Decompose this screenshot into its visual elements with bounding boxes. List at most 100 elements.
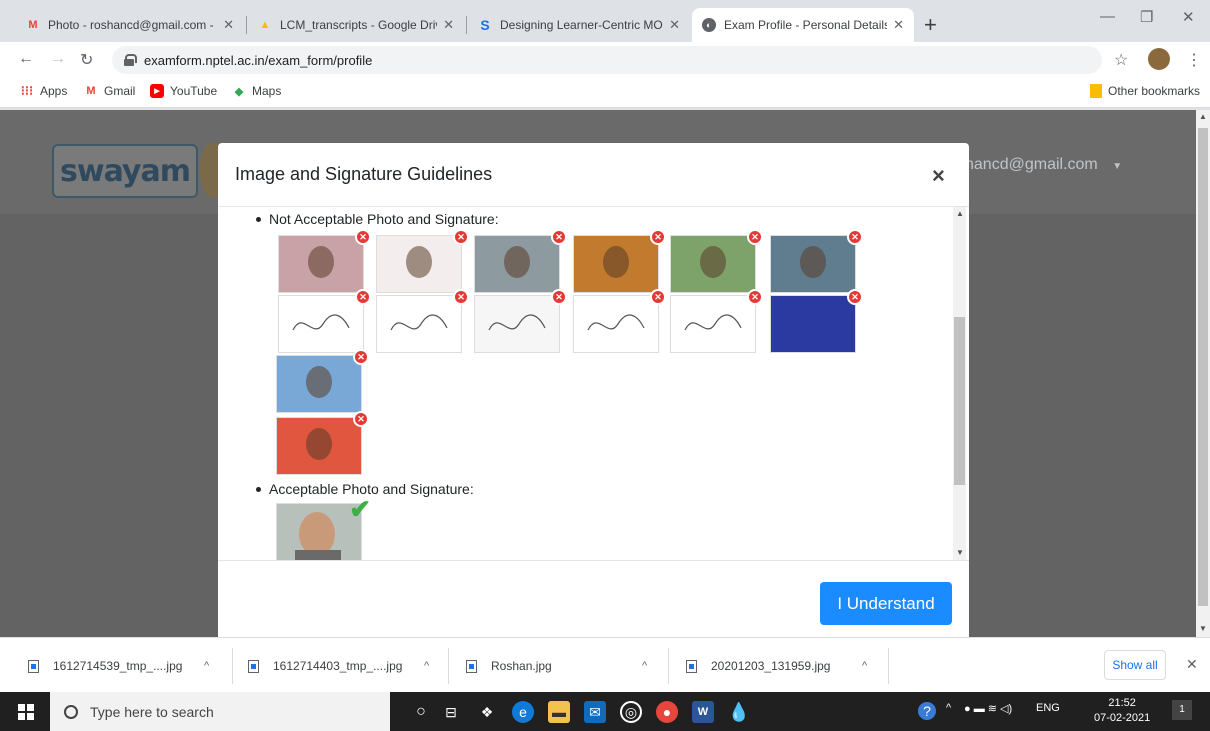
photo-example: ✕ (670, 229, 763, 293)
close-tab-icon[interactable]: ✕ (443, 17, 454, 33)
bookmark-gmail[interactable]: M Gmail (84, 84, 135, 98)
clock[interactable]: 21:52 07-02-2021 (1094, 696, 1150, 726)
logo-text: swayam (60, 153, 191, 189)
scroll-thumb[interactable] (1198, 128, 1208, 606)
chrome-icon[interactable]: ● (656, 701, 678, 723)
signature-example: ✕ (474, 289, 567, 353)
tab-google-drive[interactable]: ▲ LCM_transcripts - Google Drive ✕ (248, 8, 464, 42)
chevron-up-icon[interactable]: ^ (862, 660, 867, 672)
youtube-icon: ▶ (150, 84, 164, 98)
close-tab-icon[interactable]: ✕ (669, 17, 680, 33)
chevron-up-icon[interactable]: ^ (642, 660, 647, 672)
chevron-up-icon[interactable]: ^ (946, 702, 951, 714)
tab-title: Exam Profile - Personal Details (724, 18, 888, 32)
user-email-menu[interactable]: hancd@gmail.com ▼ (965, 156, 1122, 174)
thumbprint-example: ✕ (770, 289, 863, 353)
tab-gmail-photo[interactable]: M Photo - roshancd@gmail.com - ( ✕ (16, 8, 244, 42)
back-icon[interactable]: ← (18, 50, 34, 68)
download-divider (232, 648, 233, 684)
new-tab-icon[interactable]: + (924, 12, 937, 38)
download-item[interactable]: 1612714403_tmp_....jpg ^ (248, 652, 429, 680)
download-divider (448, 648, 449, 684)
close-icon[interactable]: ✕ (1186, 656, 1198, 673)
restore-icon[interactable]: ❐ (1140, 8, 1153, 26)
system-tray-icons[interactable]: ● ▬ ≋ ◁) (964, 702, 1012, 715)
scroll-thumb[interactable] (954, 317, 965, 485)
minimize-icon[interactable]: — (1100, 8, 1115, 25)
show-all-button[interactable]: Show all (1104, 650, 1166, 680)
modal-scrollbar[interactable]: ▲ ▼ (953, 207, 966, 560)
reject-icon: ✕ (747, 289, 763, 305)
edge-icon[interactable]: e (512, 701, 534, 723)
close-tab-icon[interactable]: ✕ (223, 17, 234, 33)
notification-icon[interactable]: 1 (1172, 700, 1192, 720)
help-icon[interactable]: ? (918, 702, 936, 720)
chevron-up-icon[interactable]: ^ (204, 660, 209, 672)
modal-footer: I Understand (218, 561, 969, 637)
reload-icon[interactable]: ↻ (80, 50, 93, 70)
reject-icon: ✕ (650, 229, 666, 245)
language-indicator[interactable]: ENG (1036, 702, 1060, 714)
address-bar[interactable]: examform.nptel.ac.in/exam_form/profile (112, 46, 1102, 74)
tab-exam-profile[interactable]: ◐ Exam Profile - Personal Details ✕ (692, 8, 914, 42)
other-bookmarks-label: Other bookmarks (1108, 84, 1201, 98)
bookmark-maps[interactable]: ◆ Maps (232, 84, 282, 98)
i-understand-button[interactable]: I Understand (820, 582, 952, 625)
reject-icon: ✕ (453, 289, 469, 305)
download-item[interactable]: 20201203_131959.jpg ^ (686, 652, 867, 680)
paint-drop-icon[interactable]: 💧 (728, 701, 750, 723)
forward-icon[interactable]: → (50, 50, 66, 68)
scroll-up-icon[interactable]: ▲ (956, 209, 964, 218)
download-item[interactable]: 1612714539_tmp_....jpg ^ (28, 652, 209, 680)
gmail-icon: M (28, 19, 38, 31)
task-view-icon[interactable]: ⊟ (440, 701, 462, 723)
star-icon[interactable]: ☆ (1114, 50, 1128, 70)
caret-down-icon: ▼ (1112, 161, 1123, 172)
reject-icon: ✕ (551, 289, 567, 305)
close-icon[interactable]: × (932, 163, 945, 189)
scroll-up-icon[interactable]: ▲ (1199, 112, 1207, 121)
word-icon[interactable]: W (692, 701, 714, 723)
chevron-up-icon[interactable]: ^ (424, 660, 429, 672)
folder-icon (1090, 84, 1102, 98)
profile-avatar[interactable] (1148, 48, 1170, 70)
tab-title: Photo - roshancd@gmail.com - ( (48, 18, 218, 32)
tab-divider (466, 16, 467, 34)
bookmark-apps[interactable]: ⁝⁝⁝ Apps (20, 83, 68, 98)
photo-example: ✕ (573, 229, 666, 293)
other-bookmarks[interactable]: Other bookmarks (1090, 84, 1200, 98)
reject-icon: ✕ (551, 229, 567, 245)
tab-designing-mooc[interactable]: S Designing Learner-Centric MOO( ✕ (468, 8, 690, 42)
modal-body: Not Acceptable Photo and Signature: ✕ ✕ ✕ ✕… (218, 207, 969, 561)
clock-time: 21:52 (1108, 697, 1136, 709)
scroll-down-icon[interactable]: ▼ (1199, 624, 1207, 633)
bullet-icon (256, 216, 261, 222)
reject-icon: ✕ (353, 411, 369, 427)
scroll-down-icon[interactable]: ▼ (956, 548, 964, 557)
download-divider (888, 648, 889, 684)
tab-title: Designing Learner-Centric MOO( (500, 18, 664, 32)
address-text: examform.nptel.ac.in/exam_form/profile (144, 52, 373, 68)
gmail-icon: M (86, 85, 96, 97)
app-circle-icon[interactable]: ◎ (620, 701, 642, 723)
windows-start-icon[interactable] (18, 704, 34, 720)
cortana-icon[interactable]: ○ (410, 701, 432, 723)
windows-taskbar: Type here to search ○ ⊟ ❖ e ▬ ✉ ◎ ● W 💧 … (0, 692, 1210, 731)
download-item[interactable]: Roshan.jpg ^ (466, 652, 647, 680)
photo-example: ✕ (276, 411, 369, 475)
reject-icon: ✕ (747, 229, 763, 245)
tab-strip: M Photo - roshancd@gmail.com - ( ✕ ▲ LCM… (0, 0, 1210, 42)
window-close-icon[interactable]: ✕ (1182, 8, 1195, 26)
file-explorer-icon[interactable]: ▬ (548, 701, 570, 723)
close-tab-icon[interactable]: ✕ (893, 17, 904, 33)
reject-icon: ✕ (355, 289, 371, 305)
modal-header: Image and Signature Guidelines × (218, 143, 969, 207)
bookmark-youtube[interactable]: ▶ YouTube (150, 84, 217, 98)
reject-icon: ✕ (355, 229, 371, 245)
taskbar-search-box[interactable]: Type here to search (50, 692, 390, 731)
page-scrollbar[interactable]: ▲ ▼ (1196, 110, 1210, 637)
kebab-menu-icon[interactable]: ⋮ (1186, 50, 1202, 70)
dropbox-icon[interactable]: ❖ (476, 701, 498, 723)
photo-example: ✕ (376, 229, 469, 293)
mail-icon[interactable]: ✉ (584, 701, 606, 723)
